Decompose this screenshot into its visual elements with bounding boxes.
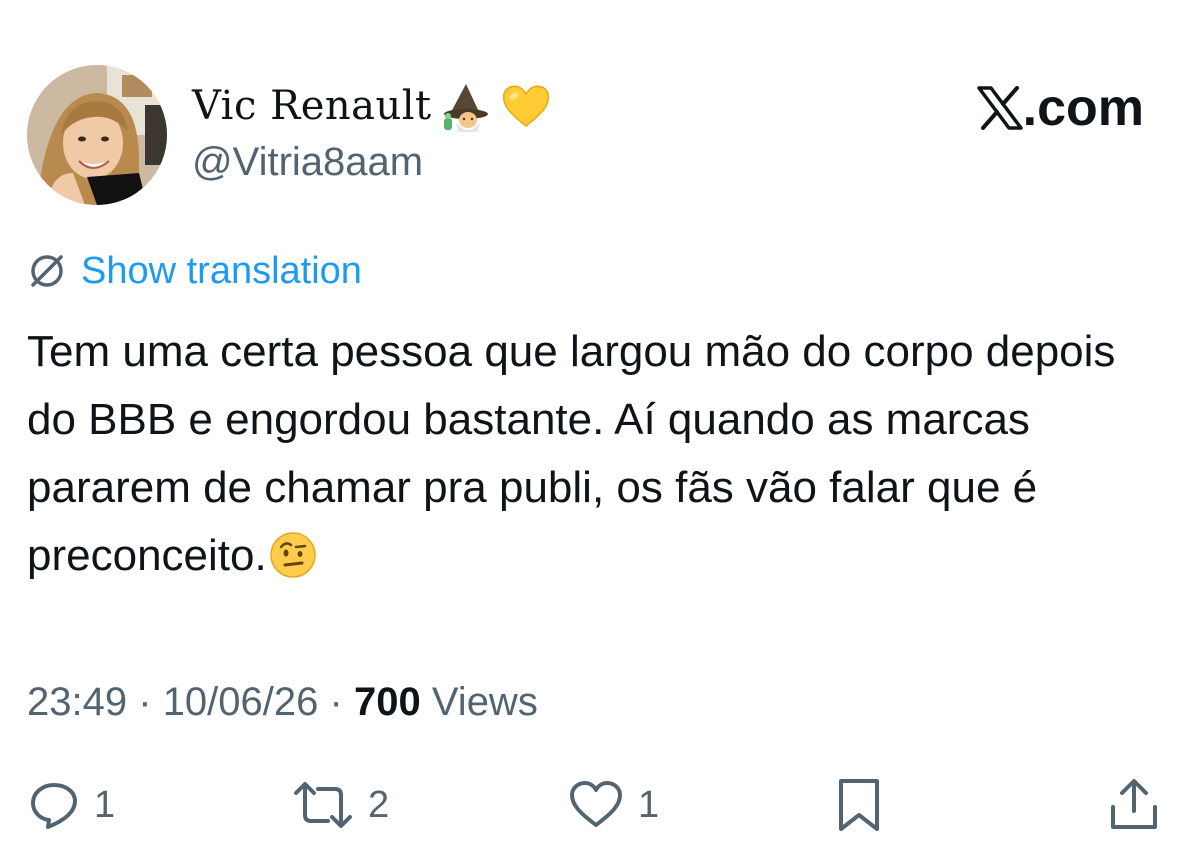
tweet-date[interactable]: 10/06/26 [163, 680, 319, 724]
globe-icon [27, 251, 67, 291]
like-count: 1 [638, 783, 660, 826]
show-translation[interactable]: Show translation [27, 246, 362, 296]
views-count: 700 [353, 680, 421, 724]
repost-icon [292, 779, 354, 831]
bookmark-icon [833, 777, 885, 833]
share-icon [1108, 777, 1160, 833]
meta-separator: · [329, 680, 343, 724]
brand-logo: .com [976, 78, 1144, 138]
meta-separator: · [138, 680, 152, 724]
reply-button[interactable]: 1 [28, 770, 115, 840]
brand-domain: .com [1022, 79, 1144, 137]
avatar-photo [27, 65, 167, 205]
display-name-text: Vic Renault [192, 83, 432, 129]
tweet-text: Tem uma certa pessoa que largou mão do c… [27, 318, 1157, 599]
handle[interactable]: @Vitria8aam [192, 140, 423, 185]
repost-button[interactable]: 2 [292, 770, 389, 840]
repost-count: 2 [368, 783, 390, 826]
share-button[interactable] [1108, 770, 1160, 840]
tweet-meta: 23:49 · 10/06/26 · 700 Views [27, 680, 538, 725]
reply-icon [28, 779, 80, 831]
tweet-time[interactable]: 23:49 [27, 680, 127, 724]
action-bar: 1 2 1 [0, 770, 1200, 840]
show-translation-link[interactable]: Show translation [81, 250, 362, 293]
tweet-body: Tem uma certa pessoa que largou mão do c… [27, 327, 1116, 580]
bookmark-button[interactable] [833, 770, 885, 840]
reply-count: 1 [94, 783, 116, 826]
avatar[interactable] [27, 65, 167, 205]
views-label: Views [431, 680, 538, 724]
face-with-raised-eyebrow-emoji-icon [269, 531, 317, 599]
heart-icon [568, 779, 624, 831]
like-button[interactable]: 1 [568, 770, 659, 840]
display-name[interactable]: Vic Renault [192, 78, 552, 134]
mage-emoji-icon [440, 80, 492, 132]
yellow-heart-emoji-icon [500, 80, 552, 132]
x-logo-icon [976, 86, 1023, 130]
